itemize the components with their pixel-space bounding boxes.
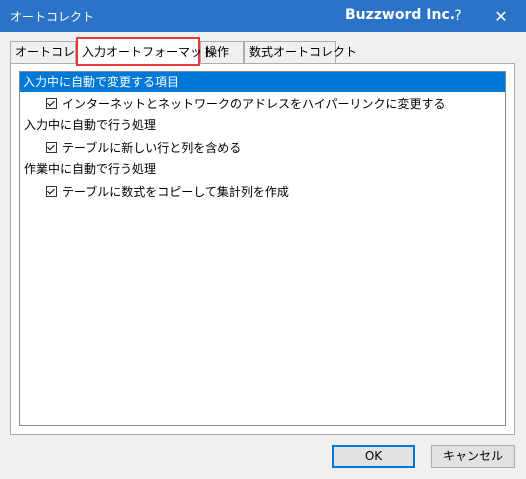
option-label: インターネットとネットワークのアドレスをハイパーリンクに変更する	[62, 96, 446, 111]
list-header-selected[interactable]: 入力中に自動で変更する項目	[20, 72, 505, 92]
option-label: テーブルに数式をコピーして集計列を作成	[62, 184, 289, 199]
help-button[interactable]: ?	[438, 0, 478, 32]
option-hyperlink[interactable]: インターネットとネットワークのアドレスをハイパーリンクに変更する	[20, 92, 505, 114]
checkbox-checked-icon[interactable]	[46, 185, 57, 197]
checkbox-checked-icon[interactable]	[46, 97, 57, 109]
tab-autocorrect[interactable]: オートコレクト	[10, 41, 99, 63]
tab-panel: 入力中に自動で変更する項目 インターネットとネットワークのアドレスをハイパーリン…	[10, 63, 515, 435]
list-group-header[interactable]: 入力中に自動で行う処理	[20, 114, 505, 136]
tab-math-autocorrect[interactable]: 数式オートコレクト	[244, 41, 357, 63]
cancel-button[interactable]: キャンセル	[431, 445, 515, 468]
window-title: オートコレクト	[10, 10, 95, 24]
tab-autoformat-as-you-type[interactable]: 入力オートフォーマット	[76, 37, 214, 66]
title-bar: オートコレクト Buzzword Inc. ? ✕	[0, 0, 526, 32]
options-list[interactable]: 入力中に自動で変更する項目 インターネットとネットワークのアドレスをハイパーリン…	[19, 71, 506, 426]
option-label: テーブルに新しい行と列を含める	[62, 140, 242, 155]
list-group-header[interactable]: 作業中に自動で行う処理	[20, 158, 505, 180]
option-include-rows-columns[interactable]: テーブルに新しい行と列を含める	[20, 136, 505, 158]
close-button[interactable]: ✕	[481, 0, 521, 32]
ok-button[interactable]: OK	[332, 445, 415, 468]
option-calculated-columns[interactable]: テーブルに数式をコピーして集計列を作成	[20, 180, 505, 202]
checkbox-checked-icon[interactable]	[46, 141, 57, 153]
